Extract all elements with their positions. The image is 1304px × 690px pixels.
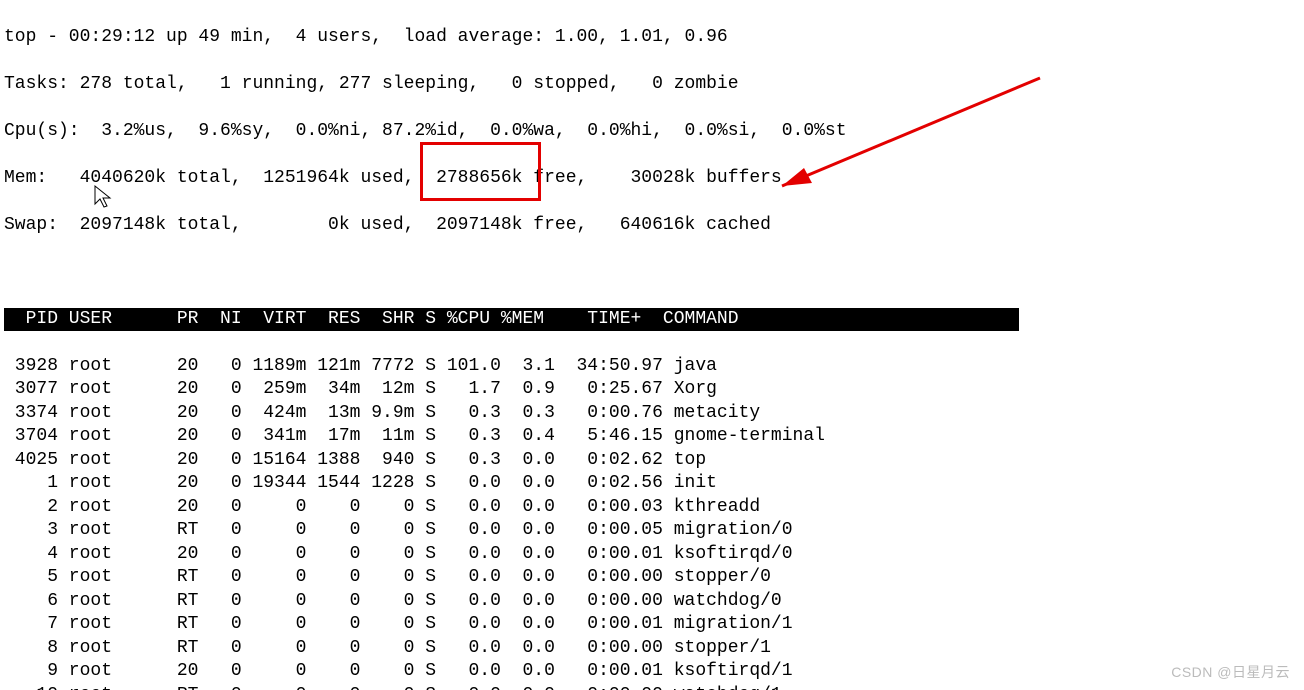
process-row: 6 root RT 0 0 0 0 S 0.0 0.0 0:00.00 watc… (4, 590, 1304, 614)
process-row: 1 root 20 0 19344 1544 1228 S 0.0 0.0 0:… (4, 472, 1304, 496)
process-row: 5 root RT 0 0 0 0 S 0.0 0.0 0:00.00 stop… (4, 566, 1304, 590)
process-table-body: 3928 root 20 0 1189m 121m 7772 S 101.0 3… (4, 355, 1304, 690)
watermark-text: CSDN @日星月云 (1171, 662, 1290, 682)
process-row: 10 root RT 0 0 0 0 S 0.0 0.0 0:00.00 wat… (4, 684, 1304, 690)
process-table-header: PID USER PR NI VIRT RES SHR S %CPU %MEM … (4, 308, 1019, 332)
process-row: 3 root RT 0 0 0 0 S 0.0 0.0 0:00.05 migr… (4, 519, 1304, 543)
summary-line-uptime: top - 00:29:12 up 49 min, 4 users, load … (4, 26, 1304, 50)
terminal-output: top - 00:29:12 up 49 min, 4 users, load … (0, 0, 1304, 690)
process-row: 3374 root 20 0 424m 13m 9.9m S 0.3 0.3 0… (4, 402, 1304, 426)
process-row: 4025 root 20 0 15164 1388 940 S 0.3 0.0 … (4, 449, 1304, 473)
summary-line-swap: Swap: 2097148k total, 0k used, 2097148k … (4, 214, 1304, 238)
process-row: 3077 root 20 0 259m 34m 12m S 1.7 0.9 0:… (4, 378, 1304, 402)
process-row: 2 root 20 0 0 0 0 S 0.0 0.0 0:00.03 kthr… (4, 496, 1304, 520)
summary-line-cpu: Cpu(s): 3.2%us, 9.6%sy, 0.0%ni, 87.2%id,… (4, 120, 1304, 144)
summary-line-mem: Mem: 4040620k total, 1251964k used, 2788… (4, 167, 1304, 191)
process-row: 7 root RT 0 0 0 0 S 0.0 0.0 0:00.01 migr… (4, 613, 1304, 637)
process-row: 9 root 20 0 0 0 0 S 0.0 0.0 0:00.01 ksof… (4, 660, 1304, 684)
process-row: 3704 root 20 0 341m 17m 11m S 0.3 0.4 5:… (4, 425, 1304, 449)
process-row: 8 root RT 0 0 0 0 S 0.0 0.0 0:00.00 stop… (4, 637, 1304, 661)
summary-line-tasks: Tasks: 278 total, 1 running, 277 sleepin… (4, 73, 1304, 97)
blank-line (4, 261, 1304, 285)
process-row: 3928 root 20 0 1189m 121m 7772 S 101.0 3… (4, 355, 1304, 379)
process-row: 4 root 20 0 0 0 0 S 0.0 0.0 0:00.01 ksof… (4, 543, 1304, 567)
